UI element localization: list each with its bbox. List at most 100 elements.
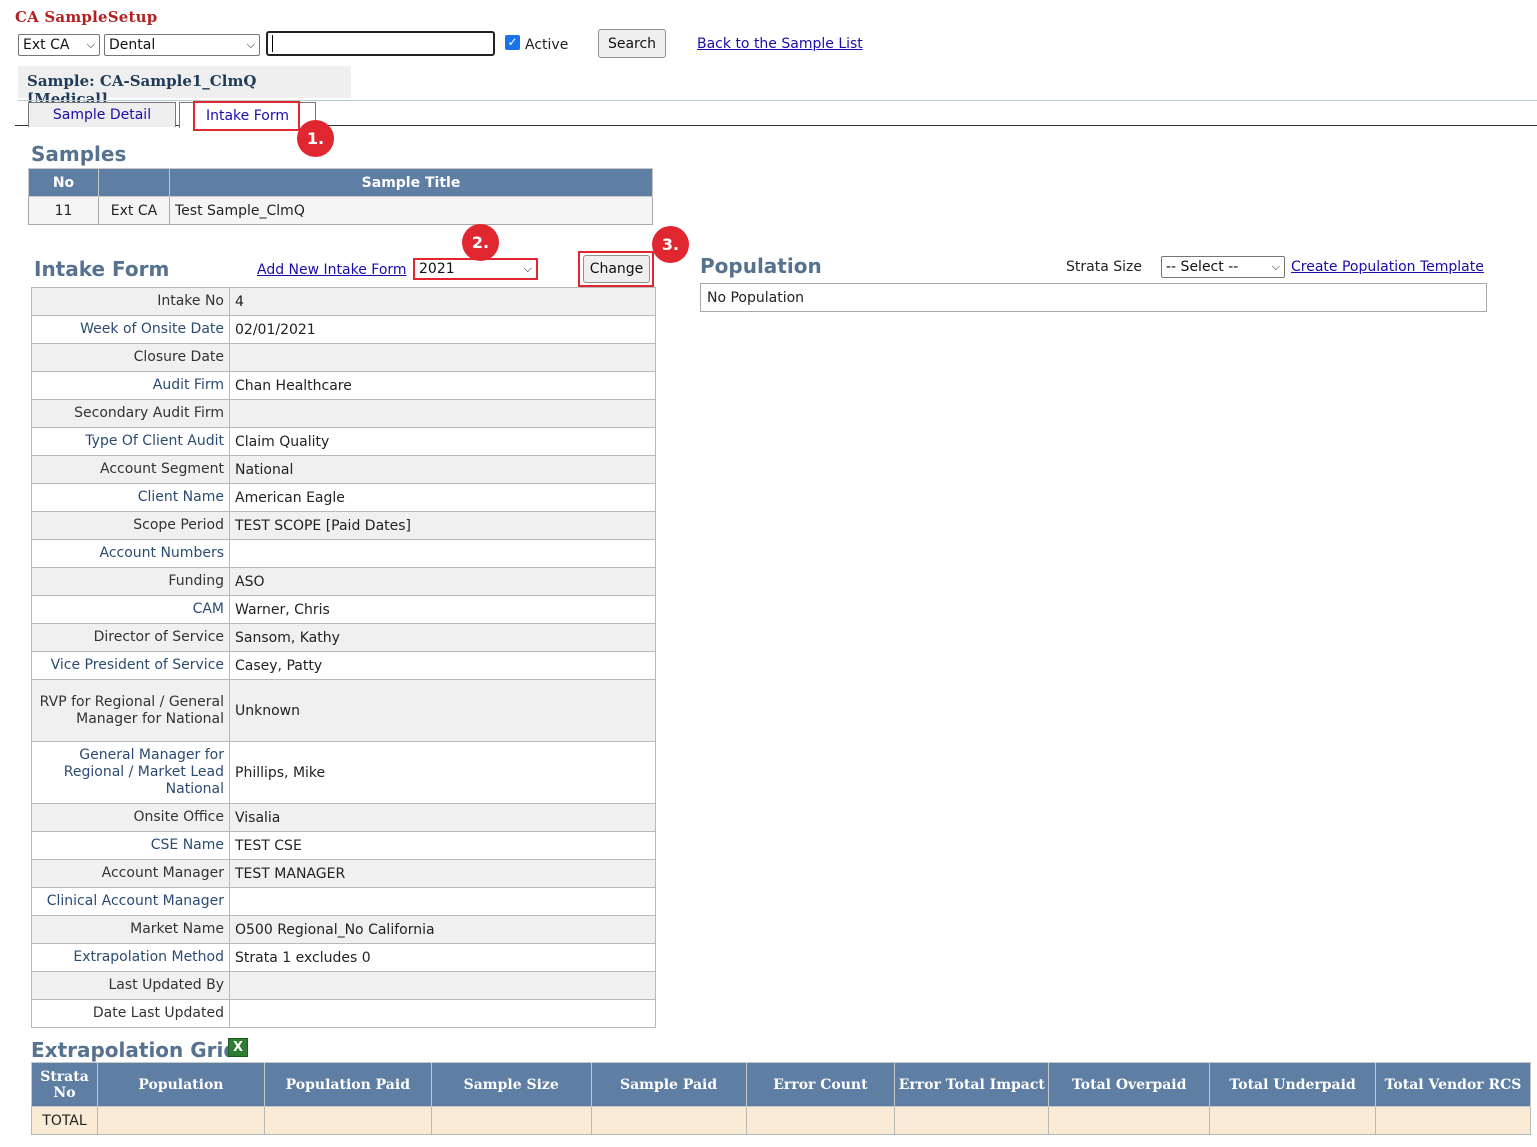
table-row: RVP for Regional / General Manager for N… [31,679,656,742]
intake-field-value [229,971,656,1000]
column-header: Population [96,1062,265,1107]
intake-field-value [229,887,656,916]
intake-field-value: Chan Healthcare [229,371,656,400]
chevron-down-icon: ⌵ [1271,260,1280,273]
total-cell [590,1106,747,1135]
table-row: Account Manager TEST MANAGER [31,859,656,888]
intake-field-label: Type Of Client Audit [31,427,230,456]
intake-field-label: Client Name [31,483,230,512]
strata-size-select[interactable]: -- Select -- ⌵ [1161,256,1285,278]
table-row: Onsite Office Visalia [31,803,656,832]
sample-title: Test Sample_ClmQ [169,196,653,225]
search-button[interactable]: Search [598,29,666,58]
total-cell [894,1106,1050,1135]
create-population-template-link[interactable]: Create Population Template [1291,259,1484,275]
table-row: Date Last Updated [31,999,656,1028]
column-header: Sample Size [430,1062,592,1107]
intake-field-value: Warner, Chris [229,595,656,624]
intake-field-label: Date Last Updated [31,999,230,1028]
intake-field-label: Market Name [31,915,230,944]
column-header: Population Paid [263,1062,432,1107]
line-of-business-select[interactable]: Dental ⌵ [104,34,260,56]
total-cell [1048,1106,1211,1135]
table-row: CAM Warner, Chris [31,595,656,624]
intake-field-value: National [229,455,656,484]
no-population-text: No Population [707,290,805,306]
table-row[interactable]: 11 Ext CA Test Sample_ClmQ [28,196,653,225]
text-cursor [272,35,273,52]
population-title: Population [700,254,822,278]
intake-field-label: CAM [31,595,230,624]
intake-field-label: Audit Firm [31,371,230,400]
intake-field-value: Phillips, Mike [229,741,656,804]
intake-year-select[interactable]: 2021 ⌵ [413,258,538,280]
column-header: Error Count [745,1062,896,1107]
table-row: Extrapolation Method Strata 1 excludes 0 [31,943,656,972]
line-of-business-select-value: Dental [109,37,156,53]
column-header [98,168,170,197]
table-row: Type Of Client Audit Claim Quality [31,427,656,456]
total-cell [745,1106,896,1135]
table-row: Audit Firm Chan Healthcare [31,371,656,400]
intake-field-label: Secondary Audit Firm [31,399,230,428]
table-row: General Manager for Regional / Market Le… [31,741,656,804]
sample-no: 11 [28,196,99,225]
intake-field-value: Sansom, Kathy [229,623,656,652]
column-header: Sample Title [169,168,653,197]
sample-type: Ext CA [98,196,170,225]
intake-field-value: TEST SCOPE [Paid Dates] [229,511,656,540]
intake-field-value [229,539,656,568]
search-input[interactable] [266,31,495,56]
intake-field-value: Visalia [229,803,656,832]
intake-form-title: Intake Form [34,257,170,281]
intake-field-value: Claim Quality [229,427,656,456]
table-row: Closure Date [31,343,656,372]
intake-field-label: Clinical Account Manager [31,887,230,916]
intake-field-label: CSE Name [31,831,230,860]
intake-field-value: ASO [229,567,656,596]
intake-field-value: TEST CSE [229,831,656,860]
department-select[interactable]: Ext CA ⌵ [18,34,100,56]
tab-sample-detail[interactable]: Sample Detail [28,102,176,127]
table-row: Account Numbers [31,539,656,568]
intake-field-label: Director of Service [31,623,230,652]
table-row: Intake No 4 [31,287,656,316]
app-title: CA SampleSetup [15,8,158,26]
intake-field-label: Account Segment [31,455,230,484]
table-header-row: No Sample Title [28,168,653,197]
annotation-badge-3: 3. [652,226,689,263]
intake-field-label: Funding [31,567,230,596]
department-select-value: Ext CA [23,37,70,53]
intake-field-value: Unknown [229,679,656,742]
table-row-total: TOTAL [31,1106,1531,1135]
total-cell [96,1106,265,1135]
annotation-badge-1: 1. [297,120,334,157]
column-header: Total Overpaid [1048,1062,1211,1107]
active-label: Active [525,37,569,53]
table-row: CSE Name TEST CSE [31,831,656,860]
annotation-badge-2: 2. [462,224,499,261]
add-new-intake-form-link[interactable]: Add New Intake Form [257,262,407,278]
samples-table: No Sample Title 11 Ext CA Test Sample_Cl… [28,168,653,225]
table-row: Director of Service Sansom, Kathy [31,623,656,652]
column-header: Error Total Impact [894,1062,1050,1107]
chevron-down-icon: ⌵ [246,38,255,51]
excel-export-icon[interactable]: X [228,1038,248,1057]
change-button[interactable]: Change [583,255,650,283]
intake-field-value: Strata 1 excludes 0 [229,943,656,972]
highlight-box-intake-tab [193,101,300,131]
intake-year-select-value: 2021 [419,261,455,277]
back-to-sample-list-link[interactable]: Back to the Sample List [697,36,863,52]
intake-field-value: 4 [229,287,656,316]
column-header: No [28,168,99,197]
intake-form-table: Intake No 4 Week of Onsite Date 02/01/2021 C… [31,287,656,1028]
intake-field-label: Onsite Office [31,803,230,832]
active-checkbox[interactable]: ✓ [505,35,520,50]
population-empty-state: No Population [700,283,1487,312]
intake-field-label: Week of Onsite Date [31,315,230,344]
column-header: Total Vendor RCS [1375,1062,1531,1107]
intake-field-label: Intake No [31,287,230,316]
intake-field-value: TEST MANAGER [229,859,656,888]
table-header-row: Strata No Population Population Paid Sample… [31,1062,1531,1107]
extrapolation-grid-title: Extrapolation Grid [31,1038,238,1062]
